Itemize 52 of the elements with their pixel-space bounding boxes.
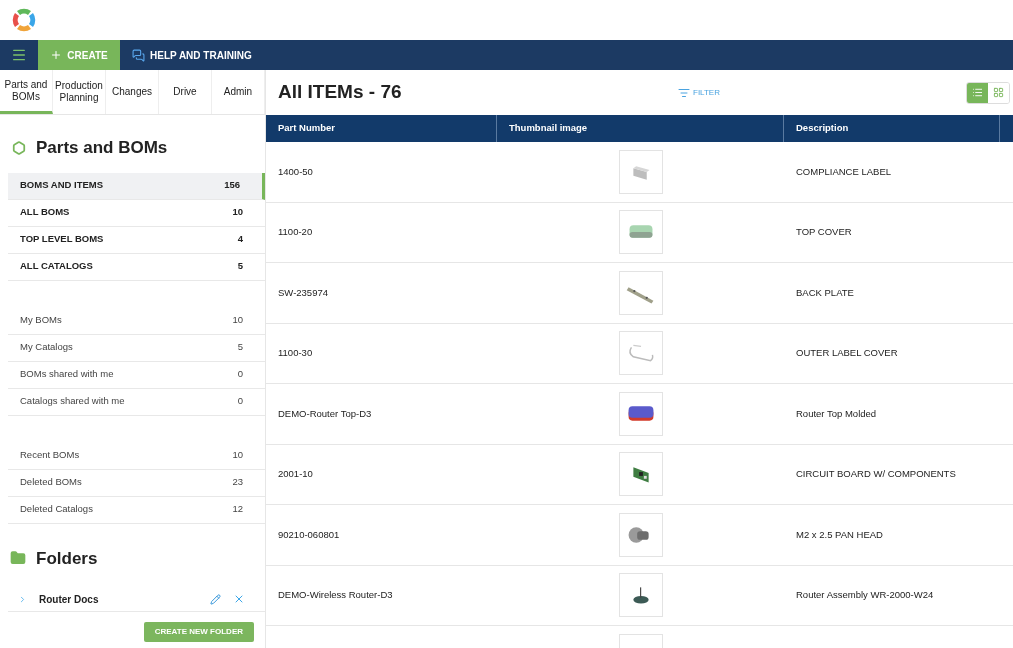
folder-icon	[10, 550, 26, 567]
table-cell: 2001-10	[278, 468, 313, 480]
sidebar-item[interactable]: TOP LEVEL BOMS 4	[8, 226, 265, 254]
edit-icon[interactable]	[210, 593, 221, 605]
sidebar-item[interactable]: My Catalogs 5	[8, 334, 265, 362]
column-header: Part Number	[266, 115, 497, 142]
sidebar-item[interactable]: Deleted Catalogs 12	[8, 496, 265, 524]
list-icon	[972, 87, 983, 98]
table-cell: BACK PLATE	[796, 286, 854, 298]
plus-icon	[50, 49, 63, 61]
table-cell: 1400-50	[278, 165, 313, 177]
close-icon[interactable]	[233, 593, 245, 605]
chat-icon	[132, 48, 145, 62]
table-cell: 1100-30	[278, 347, 313, 359]
help-button[interactable]: HELP AND TRAINING	[120, 40, 264, 70]
sidebar-item[interactable]: ALL BOMS 10	[8, 199, 265, 227]
sidebar-item[interactable]: Deleted BOMs 23	[8, 469, 265, 497]
tab[interactable]: Changes	[106, 70, 159, 114]
folder-item[interactable]: Router Docs	[8, 587, 265, 612]
sidebar-item[interactable]: BOMs shared with me 0	[8, 361, 265, 389]
table-cell: DEMO-Wireless Router-D3	[278, 589, 393, 601]
page-title: All ITEMs - 76	[278, 80, 403, 105]
tab[interactable]: Drive	[159, 70, 212, 114]
table-cell: COMPLIANCE LABEL	[796, 165, 892, 177]
sidebar-item[interactable]: ALL CATALOGS 5	[8, 253, 265, 281]
section-title: Parts and BOMs	[36, 137, 168, 159]
tab[interactable]: Admin	[212, 70, 265, 114]
grid-icon	[993, 87, 1004, 98]
filter-icon	[678, 86, 690, 99]
tab[interactable]: Production Planning	[53, 70, 106, 114]
table-cell: TOP COVER	[796, 226, 852, 238]
sidebar-item[interactable]: Catalogs shared with me 0	[8, 388, 265, 416]
sidebar-item[interactable]: My BOMs 10	[8, 307, 265, 335]
column-header: Description	[784, 115, 1000, 142]
sidebar-item[interactable]: Recent BOMs 10	[8, 442, 265, 470]
expand-icon[interactable]	[18, 594, 27, 604]
table-cell: Router Assembly WR-2000-W24	[796, 589, 934, 601]
table-cell: M2 x 2.5 PAN HEAD	[796, 528, 883, 540]
table-cell: OUTER LABEL COVER	[796, 347, 898, 359]
tab[interactable]: Parts and BOMs	[0, 70, 53, 114]
menu-icon	[11, 47, 27, 63]
table-cell: 90210-060801	[278, 528, 340, 540]
table-cell: SW-235974	[278, 286, 328, 298]
column-header: Thumbnail image	[497, 115, 784, 142]
sidebar-item[interactable]: BOMS AND ITEMS 156	[8, 172, 265, 200]
list-view-button[interactable]	[967, 82, 988, 103]
section-title: Folders	[36, 547, 98, 570]
hexagon-icon	[12, 140, 26, 155]
table-cell: CIRCUIT BOARD W/ COMPONENTS	[796, 468, 956, 480]
table-cell: 1100-20	[278, 226, 313, 238]
table-cell: Router Top Molded	[796, 407, 877, 419]
table-cell: DEMO-Router Top-D3	[278, 407, 372, 419]
